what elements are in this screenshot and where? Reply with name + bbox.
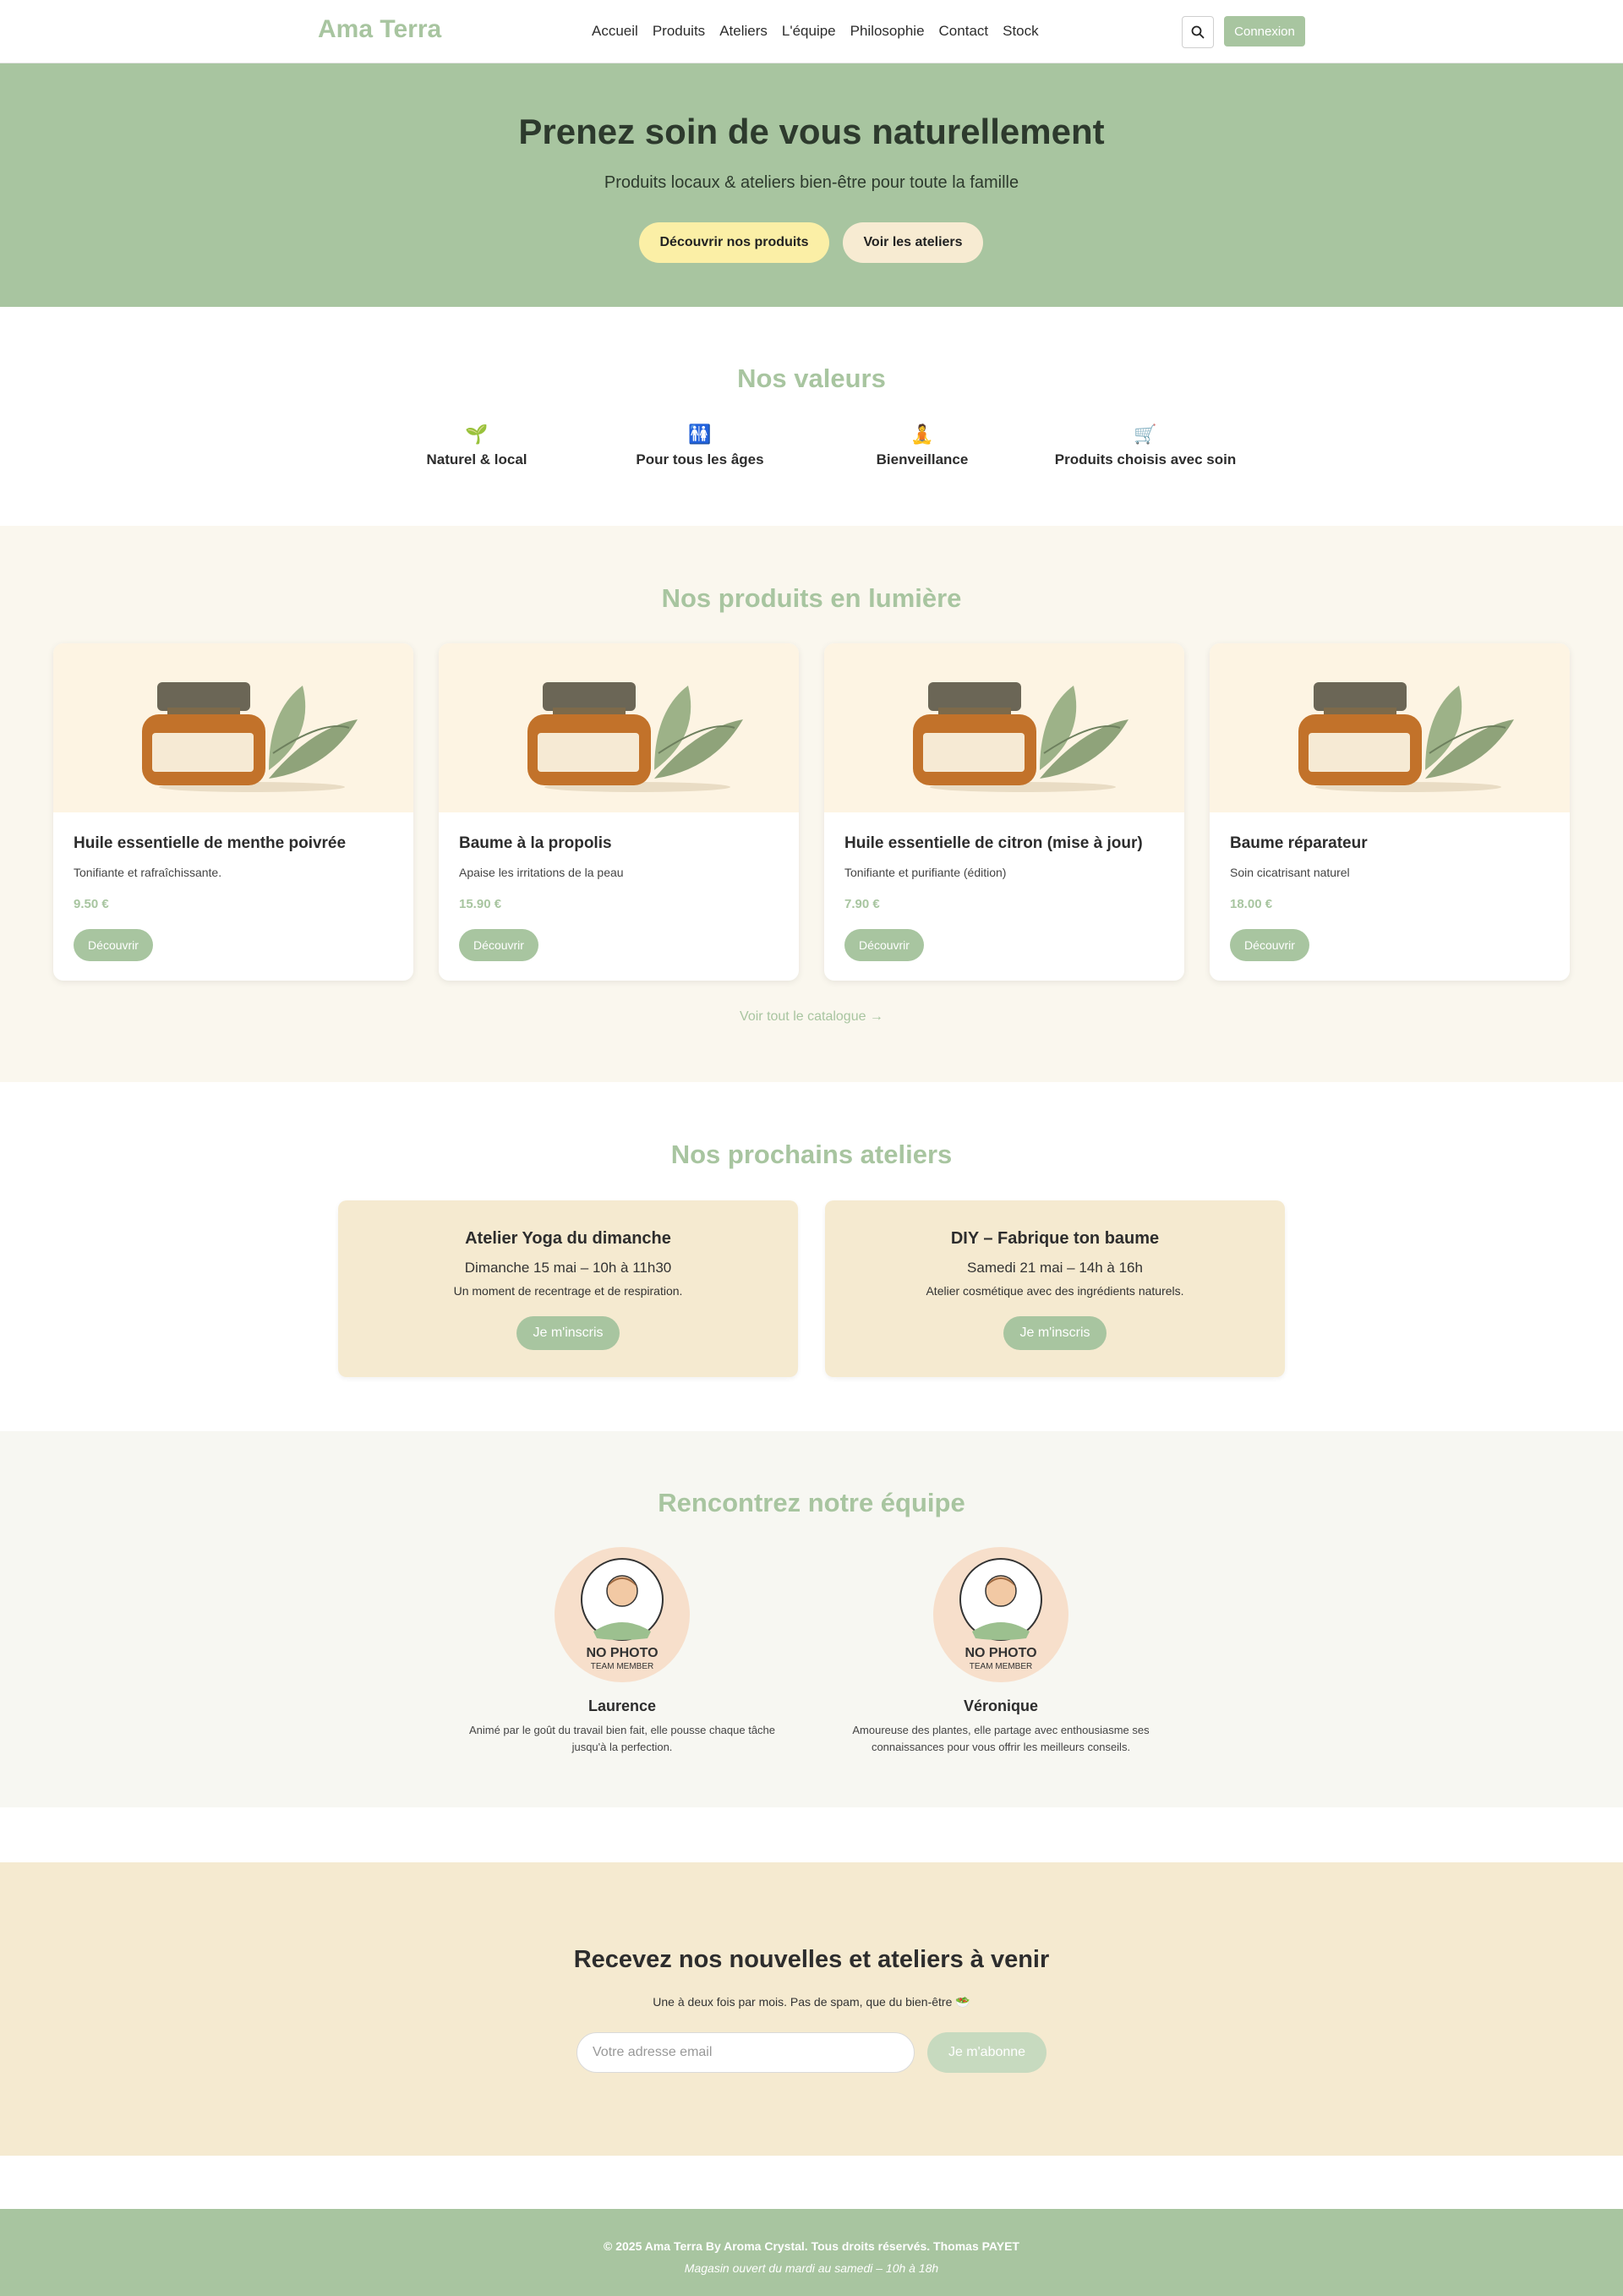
email-input[interactable] [577,2032,915,2073]
product-name: Baume à la propolis [459,834,612,852]
product-image [1210,643,1570,812]
register-button[interactable]: Je m'inscris [516,1316,620,1350]
login-button[interactable]: Connexion [1224,16,1305,46]
product-description: Soin cicatrisant naturel [1230,866,1350,879]
products-title: Nos produits en lumière [661,583,962,613]
values-title: Nos valeurs [737,364,886,393]
product-price: 18.00 € [1230,897,1273,911]
member-description: Amoureuse des plantes, elle partage avec… [852,1724,1150,1753]
team-member-label: TEAM MEMBER [591,1662,653,1671]
discover-button[interactable]: Découvrir [74,929,153,961]
no-photo-label: NO PHOTO [586,1646,658,1660]
footer: © 2025 Ama Terra By Aroma Crystal. Tous … [0,2209,1623,2296]
seedling-icon: 🌱 [465,424,489,445]
member-name: Laurence [587,1697,657,1714]
workshop-date: Samedi 21 mai – 14h à 16h [967,1260,1143,1276]
catalog-link[interactable]: Voir tout le catalogue → [0,1009,1623,1025]
footer-hours: Magasin ouvert du mardi au samedi – 10h … [684,2261,939,2275]
member-description: Animé par le goût du travail bien fait, … [468,1724,776,1753]
team-member-label: TEAM MEMBER [970,1662,1032,1671]
newsletter-title: Recevez nos nouvelles et ateliers à veni… [573,1946,1050,1973]
avatar: NO PHOTO TEAM MEMBER [555,1547,690,1682]
nav-link-produits[interactable]: Produits [653,23,705,40]
no-photo-avatar-icon: NO PHOTO TEAM MEMBER [959,1558,1042,1671]
product-name: Baume réparateur [1230,834,1368,852]
jar-with-leaves-icon [913,682,1128,792]
nav-link-equipe[interactable]: L'équipe [782,23,836,40]
workshop-title: DIY – Fabrique ton baume [950,1229,1160,1248]
product-description: Apaise les irritations de la peau [459,866,624,879]
cart-icon: 🛒 [1134,424,1157,445]
product-price: 7.90 € [844,897,880,911]
team-member: NO PHOTO TEAM MEMBER Véronique Amoureuse… [832,1547,1170,1756]
subscribe-button[interactable]: Je m'abonne [927,2032,1046,2073]
workshop-card: DIY – Fabrique ton baume Samedi 21 mai –… [825,1200,1285,1377]
workshop-title: Atelier Yoga du dimanche [465,1229,671,1248]
product-name: Huile essentielle de citron (mise à jour… [844,834,1143,852]
value-item: 🚻 Pour tous les âges [590,423,810,468]
discover-products-button[interactable]: Découvrir nos produits [639,222,829,263]
jar-with-leaves-icon [142,682,358,792]
value-item: 🌱 Naturel & local [367,423,587,468]
member-name: Véronique [963,1697,1038,1714]
value-label: Pour tous les âges [636,451,764,467]
discover-button[interactable]: Découvrir [844,929,924,961]
avatar: NO PHOTO TEAM MEMBER [933,1547,1068,1682]
nav-link-stock[interactable]: Stock [1003,23,1039,40]
nav-links: Accueil Produits Ateliers L'équipe Philo… [592,23,1053,40]
no-photo-avatar-icon: NO PHOTO TEAM MEMBER [581,1558,664,1671]
product-description: Tonifiante et purifiante (édition) [844,866,1007,879]
value-label: Bienveillance [876,451,969,467]
hero-title: Prenez soin de vous naturellement [518,112,1105,151]
product-card[interactable]: Huile essentielle de menthe poivrée Toni… [53,643,413,981]
value-item: 🧘 Bienveillance [812,423,1032,468]
jar-with-leaves-icon [527,682,743,792]
discover-button[interactable]: Découvrir [1230,929,1309,961]
team-title: Rencontrez notre équipe [658,1488,965,1517]
register-button[interactable]: Je m'inscris [1003,1316,1107,1350]
value-label: Produits choisis avec soin [1054,451,1237,467]
product-card[interactable]: Baume réparateur Soin cicatrisant nature… [1210,643,1570,981]
top-nav: Ama Terra Accueil Produits Ateliers L'éq… [0,0,1623,63]
search-button[interactable] [1182,16,1214,48]
hero-section: Prenez soin de vous naturellement Produi… [0,63,1623,307]
see-workshops-button[interactable]: Voir les ateliers [843,222,983,263]
product-image [53,643,413,812]
nav-link-philosophie[interactable]: Philosophie [850,23,925,40]
product-description: Tonifiante et rafraîchissante. [74,866,222,879]
logo[interactable]: Ama Terra [318,15,441,44]
nav-link-accueil[interactable]: Accueil [592,23,638,40]
product-card[interactable]: Huile essentielle de citron (mise à jour… [824,643,1184,981]
hero-subtitle: Produits locaux & ateliers bien-être pou… [604,173,1019,192]
meditation-icon: 🧘 [910,424,934,445]
product-image [439,643,799,812]
footer-copyright: © 2025 Ama Terra By Aroma Crystal. Tous … [604,2239,1019,2253]
value-label: Naturel & local [426,451,527,467]
team-member: NO PHOTO TEAM MEMBER Laurence Animé par … [453,1547,791,1756]
product-image [824,643,1184,812]
workshop-card: Atelier Yoga du dimanche Dimanche 15 mai… [338,1200,798,1377]
workshops-title: Nos prochains ateliers [670,1140,953,1169]
nav-link-contact[interactable]: Contact [939,23,989,40]
discover-button[interactable]: Découvrir [459,929,538,961]
workshop-description: Un moment de recentrage et de respiratio… [453,1284,683,1298]
product-card[interactable]: Baume à la propolis Apaise les irritatio… [439,643,799,981]
value-item: 🛒 Produits choisis avec soin [1036,423,1255,468]
family-icon: 🚻 [688,424,712,445]
workshop-date: Dimanche 15 mai – 10h à 11h30 [464,1260,672,1276]
newsletter-subtitle: Une à deux fois par mois. Pas de spam, q… [653,1995,970,2009]
product-price: 15.90 € [459,897,502,911]
jar-with-leaves-icon [1298,682,1514,792]
nav-link-ateliers[interactable]: Ateliers [719,23,768,40]
no-photo-label: NO PHOTO [965,1646,1036,1660]
product-name: Huile essentielle de menthe poivrée [74,834,347,852]
search-icon [1191,25,1205,39]
product-price: 9.50 € [74,897,109,911]
workshop-description: Atelier cosmétique avec des ingrédients … [926,1284,1184,1298]
